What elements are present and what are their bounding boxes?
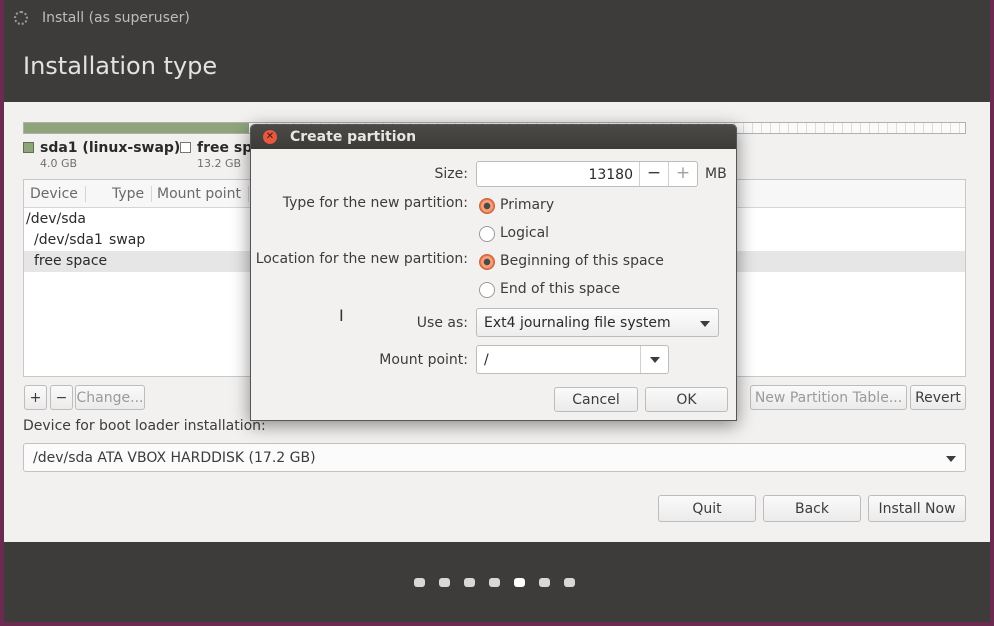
mount-point-dropdown-button[interactable]	[640, 346, 668, 373]
legend-swatch-free	[180, 142, 191, 153]
dialog-titlebar: ✕ Create partition	[251, 125, 736, 149]
radio-logical-indicator[interactable]	[479, 226, 495, 242]
boot-loader-select[interactable]: /dev/sda ATA VBOX HARDDISK (17.2 GB)	[23, 443, 966, 472]
progress-dot	[414, 578, 425, 587]
text-cursor-icon: I	[339, 306, 344, 325]
progress-dot	[439, 578, 450, 587]
use-as-value: Ext4 journaling file system	[484, 315, 671, 331]
dialog-title: Create partition	[290, 129, 417, 145]
create-partition-dialog: ✕ Create partition Size: 13180 − + MB Ty…	[250, 124, 737, 421]
progress-dot	[539, 578, 550, 587]
radio-end-indicator[interactable]	[479, 282, 495, 298]
type-label: Type for the new partition:	[282, 195, 468, 211]
row-device: /dev/sda	[26, 211, 86, 227]
use-as-label: Use as:	[416, 315, 468, 331]
size-stepper[interactable]: 13180 − +	[476, 161, 698, 187]
progress-dot	[564, 578, 575, 587]
column-header-device[interactable]: Device	[30, 186, 86, 202]
row-device: /dev/sda1	[34, 232, 103, 248]
radio-beginning-label[interactable]: Beginning of this space	[500, 253, 664, 269]
radio-beginning-indicator[interactable]	[479, 254, 495, 270]
remove-partition-button[interactable]: −	[50, 385, 73, 410]
legend-item-swap: sda1 (linux-swap) 4.0 GB	[23, 140, 180, 170]
new-partition-table-button[interactable]: New Partition Table...	[750, 385, 907, 410]
legend-name: sda1 (linux-swap)	[40, 140, 181, 156]
progress-dot	[464, 578, 475, 587]
cancel-button[interactable]: Cancel	[554, 387, 638, 412]
location-label: Location for the new partition:	[255, 251, 468, 267]
partition-bar-swap-segment	[24, 123, 249, 133]
close-icon[interactable]: ✕	[263, 130, 277, 144]
increment-button[interactable]: +	[668, 162, 697, 186]
back-button[interactable]: Back	[763, 495, 861, 522]
progress-dot-current	[514, 578, 525, 587]
revert-button[interactable]: Revert	[910, 385, 966, 410]
size-unit: MB	[705, 166, 727, 182]
progress-dot	[489, 578, 500, 587]
size-label: Size:	[434, 166, 468, 182]
mount-point-label: Mount point:	[379, 352, 468, 368]
legend-size: 4.0 GB	[40, 157, 78, 170]
ok-button[interactable]: OK	[645, 387, 728, 412]
gear-icon	[14, 11, 28, 25]
chevron-down-icon	[700, 321, 710, 327]
change-partition-button[interactable]: Change...	[75, 385, 145, 410]
quit-button[interactable]: Quit	[658, 495, 756, 522]
radio-primary-indicator[interactable]	[479, 198, 495, 214]
window-titlebar: Install (as superuser)	[4, 0, 990, 36]
column-header-type[interactable]: Type	[112, 186, 153, 202]
page-title: Installation type	[23, 52, 218, 80]
radio-end-label[interactable]: End of this space	[500, 281, 620, 297]
window-title: Install (as superuser)	[42, 10, 190, 26]
radio-primary-label[interactable]: Primary	[500, 197, 554, 213]
add-partition-button[interactable]: +	[24, 385, 47, 410]
row-device: free space	[34, 253, 108, 269]
radio-logical-label[interactable]: Logical	[500, 225, 549, 241]
mount-point-value[interactable]: /	[484, 352, 489, 368]
install-now-button[interactable]: Install Now	[868, 495, 966, 522]
boot-loader-value: /dev/sda ATA VBOX HARDDISK (17.2 GB)	[33, 450, 316, 466]
boot-loader-label: Device for boot loader installation:	[23, 418, 266, 434]
legend-swatch-swap	[23, 142, 34, 153]
mount-point-input[interactable]: /	[476, 345, 669, 374]
chevron-down-icon	[650, 357, 660, 363]
use-as-select[interactable]: Ext4 journaling file system	[476, 308, 719, 337]
size-value[interactable]: 13180	[588, 167, 633, 183]
row-type: swap	[109, 232, 146, 248]
column-header-mount[interactable]: Mount point	[157, 186, 250, 202]
chevron-down-icon	[946, 456, 956, 462]
decrement-button[interactable]: −	[639, 162, 668, 186]
